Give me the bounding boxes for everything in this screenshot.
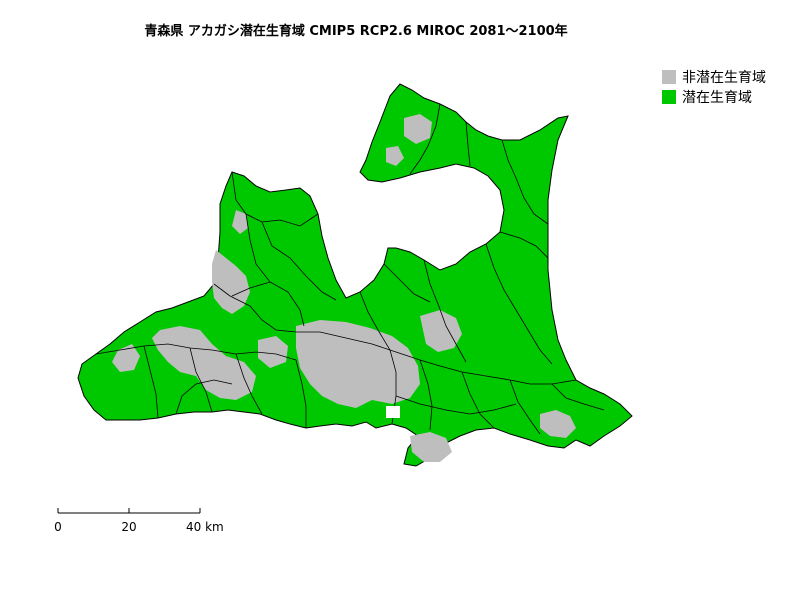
scale-bar: 0 20 40 km <box>40 505 240 545</box>
legend-item-habitat: 潜在生育域 <box>662 87 766 107</box>
scale-bar-graphic: 0 20 40 km <box>54 508 224 534</box>
no-data-patch <box>386 406 400 418</box>
scale-label-20: 20 <box>121 520 136 534</box>
scale-label-40: 40 km <box>186 520 224 534</box>
legend-swatch-habitat <box>662 90 676 104</box>
scale-label-0: 0 <box>54 520 62 534</box>
map-title: 青森県 アカガシ潜在生育域 CMIP5 RCP2.6 MIROC 2081～21… <box>144 24 568 39</box>
legend-label-non-habitat: 非潜在生育域 <box>682 70 766 86</box>
aomori-map <box>77 83 633 467</box>
legend-label-habitat: 潜在生育域 <box>682 90 752 106</box>
prefecture-landmass <box>77 83 633 467</box>
legend: 非潜在生育域 潜在生育域 <box>662 67 766 107</box>
legend-item-non-habitat: 非潜在生育域 <box>662 67 766 87</box>
legend-swatch-non-habitat <box>662 70 676 84</box>
map-area <box>75 82 635 472</box>
